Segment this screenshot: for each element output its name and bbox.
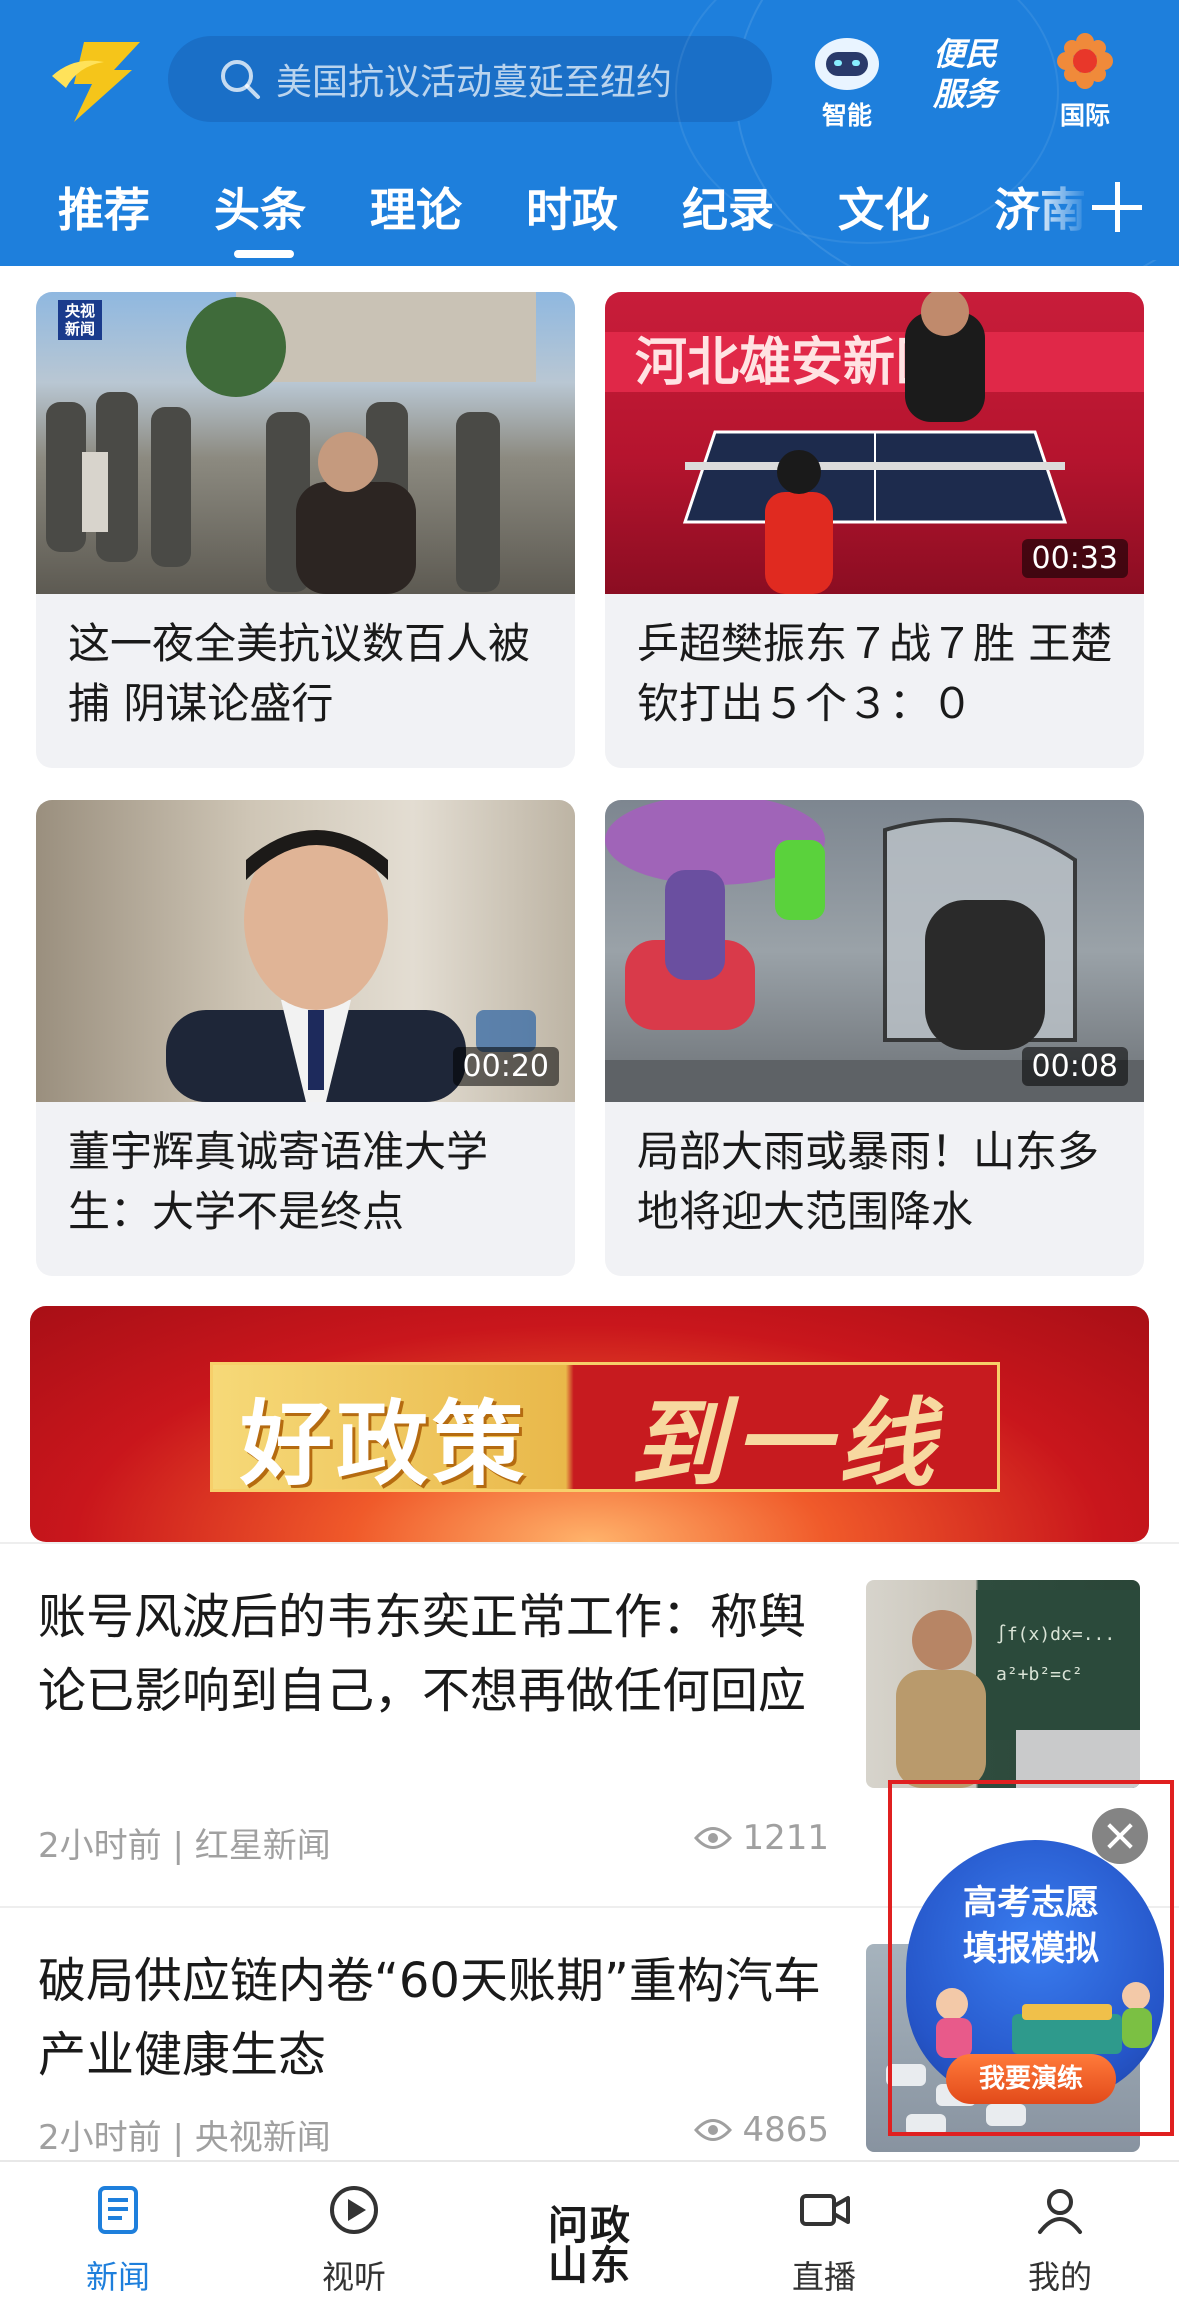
tab-recommend[interactable]: 推荐	[58, 174, 150, 240]
active-tab-indicator	[234, 250, 294, 258]
news-views: 4865	[694, 2110, 829, 2150]
app-header: 美国抗议活动蔓延至纽约 智能 便民服务 国际 推荐 头条 理论 时政 纪录 文化	[0, 0, 1179, 266]
nav-profile[interactable]: 我的	[990, 2182, 1130, 2298]
ad-illustration	[936, 1982, 1152, 2058]
news-title: 破局供应链内卷“60天账期”重构汽车产业健康生态	[38, 1953, 821, 2083]
card-title: 局部大雨或暴雨！山东多地将迎大范围降水	[637, 1127, 1100, 1236]
card-thumbnail: 河北雄安新区 00:33	[605, 292, 1144, 594]
channel-tabs: 推荐 头条 理论 时政 纪录 文化 济南	[0, 160, 1179, 260]
eye-icon	[694, 1827, 733, 1849]
search-placeholder: 美国抗议活动蔓延至纽约	[276, 62, 673, 103]
news-title: 账号风波后的韦东奕正常工作：称舆论已影响到自己，不想再做任何回应	[38, 1589, 807, 1719]
smart-button[interactable]: 智能	[802, 30, 892, 130]
video-duration: 00:08	[1021, 1047, 1128, 1086]
smart-icon	[815, 38, 879, 90]
close-icon[interactable]	[1092, 1808, 1148, 1864]
policy-banner[interactable]: 好政策 到一线	[30, 1306, 1149, 1542]
card-title: 这一夜全美抗议数百人被捕 阴谋论盛行	[68, 619, 531, 728]
wenzheng-logo[interactable]: 问政山东	[530, 2206, 650, 2296]
play-icon	[330, 2186, 378, 2234]
service-icon: 便民服务	[932, 35, 997, 113]
wenzheng-logo-text: 问政山东	[548, 2202, 632, 2289]
service-button[interactable]: 便民服务	[920, 30, 1010, 130]
bottom-nav: 新闻 视听 问政山东 直播 我的	[0, 2160, 1179, 2324]
eye-icon	[694, 2119, 733, 2141]
add-channel-icon[interactable]	[1092, 182, 1142, 232]
nav-news-label: 新闻	[85, 2258, 150, 2296]
nav-profile-label: 我的	[1027, 2258, 1092, 2296]
card-thumbnail: 00:20	[36, 800, 575, 1102]
smart-label: 智能	[821, 101, 872, 130]
search-icon	[221, 60, 260, 99]
video-duration: 00:33	[1021, 539, 1128, 578]
banner-text-part1: 好政策	[240, 1391, 529, 1498]
ad-title-line1: 高考志愿	[963, 1883, 1099, 1923]
svg-text:河北雄安新区: 河北雄安新区	[635, 333, 947, 393]
banner-text-part2: 到一线	[630, 1387, 942, 1500]
nav-news[interactable]: 新闻	[48, 2182, 188, 2298]
news-meta: 2小时前 | 央视新闻	[38, 2118, 331, 2158]
ad-cta-button[interactable]: 我要演练	[946, 2054, 1116, 2104]
tab-documentary[interactable]: 纪录	[682, 174, 774, 240]
news-meta: 2小时前 | 红星新闻	[38, 1826, 331, 1866]
nav-video-label: 视听	[321, 2258, 386, 2296]
ad-title-line2: 填报模拟	[963, 1929, 1099, 1969]
tab-culture[interactable]: 文化	[838, 174, 930, 240]
svg-text:∫f(x)dx=...: ∫f(x)dx=...	[996, 1624, 1115, 1645]
tab-headlines[interactable]: 头条	[214, 174, 306, 240]
news-views: 1211	[694, 1818, 829, 1858]
tab-theory[interactable]: 理论	[370, 174, 462, 240]
international-button[interactable]: 国际	[1040, 30, 1130, 130]
gaokao-ad-popup[interactable]: 高考志愿 填报模拟 我要演练	[888, 1780, 1174, 2136]
live-icon	[800, 2194, 850, 2226]
search-bar[interactable]: 美国抗议活动蔓延至纽约	[168, 36, 772, 122]
views-count: 1211	[742, 1818, 829, 1858]
card-title: 董宇辉真诚寄语准大学生：大学不是终点	[68, 1127, 489, 1236]
video-card[interactable]: 00:20 董宇辉真诚寄语准大学生：大学不是终点	[36, 800, 575, 1276]
intl-label: 国际	[1059, 101, 1110, 130]
video-duration: 00:20	[452, 1047, 559, 1086]
news-icon	[98, 2186, 138, 2234]
app-logo[interactable]	[44, 36, 144, 126]
intl-icon	[1057, 33, 1113, 89]
news-thumbnail: ∫f(x)dx=... a²+b²=c²	[866, 1580, 1140, 1788]
card-thumbnail: 央视新闻	[36, 292, 575, 594]
video-card[interactable]: 河北雄安新区 00:33 乒超樊振东７战７胜 王楚钦打出５个３：０	[605, 292, 1144, 768]
card-thumbnail: 00:08	[605, 800, 1144, 1102]
nav-live[interactable]: 直播	[754, 2182, 894, 2298]
profile-icon	[1038, 2189, 1082, 2234]
tab-politics[interactable]: 时政	[526, 174, 618, 240]
svg-text:a²+b²=c²: a²+b²=c²	[996, 1664, 1083, 1685]
nav-video[interactable]: 视听	[284, 2182, 424, 2298]
nav-live-label: 直播	[791, 2258, 856, 2296]
card-title: 乒超樊振东７战７胜 王楚钦打出５个３：０	[637, 619, 1113, 728]
views-count: 4865	[742, 2110, 829, 2150]
cctv-badge: 央视新闻	[58, 300, 102, 340]
divider	[0, 1542, 1179, 1544]
video-card[interactable]: 央视新闻 这一夜全美抗议数百人被捕 阴谋论盛行	[36, 292, 575, 768]
video-card[interactable]: 00:08 局部大雨或暴雨！山东多地将迎大范围降水	[605, 800, 1144, 1276]
